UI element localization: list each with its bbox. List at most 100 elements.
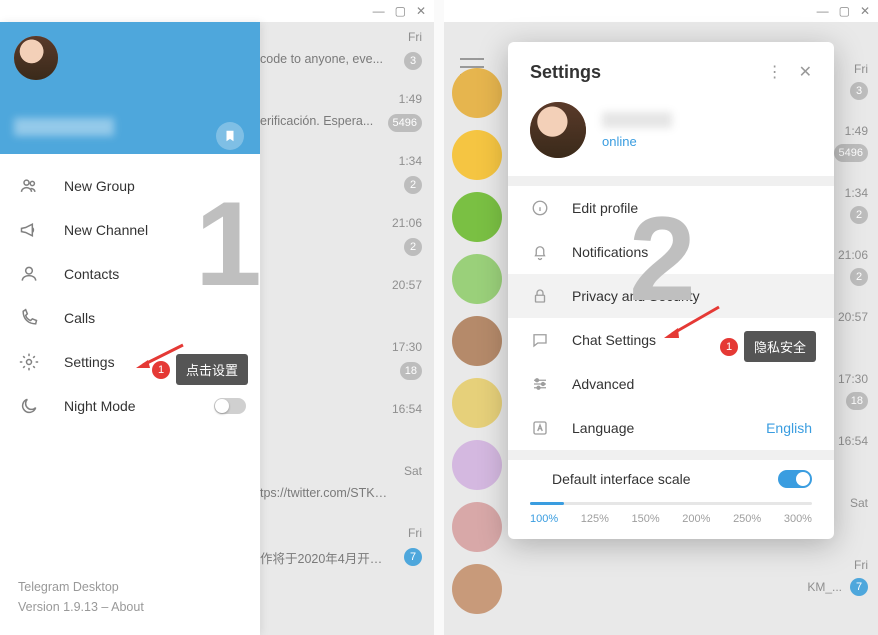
saved-messages-button[interactable]	[216, 122, 244, 150]
scale-tick[interactable]: 200%	[682, 513, 710, 525]
chat-time: 1:49	[399, 92, 422, 106]
scale-label: Default interface scale	[552, 471, 691, 487]
unread-badge: 2	[850, 206, 868, 224]
settings-title: Settings	[530, 62, 759, 83]
phone-icon	[18, 307, 40, 329]
menu-new-channel[interactable]: New Channel	[0, 208, 260, 252]
scale-tick[interactable]: 150%	[632, 513, 660, 525]
moon-icon	[18, 395, 40, 417]
max-button[interactable]: ▢	[839, 4, 850, 18]
chat-time: 21:06	[838, 248, 868, 262]
more-icon[interactable]: ⋮	[759, 58, 791, 86]
item-label: Privacy and Security	[572, 288, 700, 304]
menu-label: Settings	[64, 354, 115, 370]
left-window: — ▢ ✕ Fricode to anyone, eve...31:49erif…	[0, 0, 434, 635]
scale-tick[interactable]: 100%	[530, 513, 558, 525]
close-button[interactable]: ✕	[416, 4, 426, 18]
settings-header: Settings ⋮ ✕	[508, 42, 834, 98]
chat-avatar	[452, 68, 502, 118]
unread-badge: 3	[850, 82, 868, 100]
person-icon	[18, 263, 40, 285]
chat-avatar	[452, 254, 502, 304]
gear-icon	[18, 351, 40, 373]
scale-tick[interactable]: 300%	[784, 513, 812, 525]
menu-night-mode[interactable]: Night Mode	[0, 384, 260, 428]
scale-default-toggle[interactable]	[778, 470, 812, 488]
min-button[interactable]: —	[373, 4, 385, 18]
menu-contacts[interactable]: Contacts	[0, 252, 260, 296]
language-icon	[530, 418, 550, 438]
settings-notifications[interactable]: Notifications	[508, 230, 834, 274]
chat-avatar	[452, 192, 502, 242]
chat-avatar	[452, 440, 502, 490]
megaphone-icon	[18, 219, 40, 241]
item-label: Language	[572, 420, 634, 436]
menu-new-group[interactable]: New Group	[0, 164, 260, 208]
tooltip: 点击设置	[176, 354, 248, 385]
unread-badge: 2	[850, 268, 868, 286]
settings-profile[interactable]: online	[508, 98, 834, 176]
chat-time: 16:54	[838, 434, 868, 448]
app-name: Telegram Desktop	[18, 577, 242, 597]
menu-label: Night Mode	[64, 398, 136, 414]
tooltip: 隐私安全	[744, 331, 816, 362]
scale-tick[interactable]: 250%	[733, 513, 761, 525]
chat-time: 20:57	[392, 278, 422, 292]
divider	[508, 176, 834, 186]
chat-time: Fri	[408, 30, 422, 44]
menu-label: New Group	[64, 178, 135, 194]
bell-icon	[530, 242, 550, 262]
divider	[508, 450, 834, 460]
chat-time: Sat	[404, 464, 422, 478]
close-icon[interactable]: ✕	[791, 58, 820, 86]
item-label: Chat Settings	[572, 332, 656, 348]
chat-snippet: tps://twitter.com/STKM_...	[260, 486, 389, 500]
titlebar: — ▢ ✕	[444, 0, 878, 22]
group-icon	[18, 175, 40, 197]
app-version[interactable]: Version 1.9.13 – About	[18, 597, 242, 617]
lock-icon	[530, 286, 550, 306]
chat-time: Fri	[408, 526, 422, 540]
min-button[interactable]: —	[817, 4, 829, 18]
settings-modal: Settings ⋮ ✕ online Edit profile Notific…	[508, 42, 834, 539]
chat-avatar	[452, 502, 502, 552]
chat-time: 1:34	[845, 186, 868, 200]
menu-label: New Channel	[64, 222, 148, 238]
scale-tick[interactable]: 125%	[581, 513, 609, 525]
item-label: Notifications	[572, 244, 648, 260]
item-label: Edit profile	[572, 200, 638, 216]
chat-row[interactable]: Fri7KM_...	[444, 558, 878, 620]
scale-slider[interactable]	[530, 502, 812, 505]
settings-edit-profile[interactable]: Edit profile	[508, 186, 834, 230]
menu-label: Calls	[64, 310, 95, 326]
titlebar: — ▢ ✕	[0, 0, 434, 22]
chat-avatar	[452, 564, 502, 614]
menu-calls[interactable]: Calls	[0, 296, 260, 340]
close-button[interactable]: ✕	[860, 4, 870, 18]
chat-avatar	[452, 378, 502, 428]
chat-snippet: 作将于2020年4月开播...	[260, 548, 389, 567]
chat-time: 16:54	[392, 402, 422, 416]
chat-time: Fri	[854, 62, 868, 76]
item-label: Advanced	[572, 376, 634, 392]
chat-time: 21:06	[392, 216, 422, 230]
max-button[interactable]: ▢	[395, 4, 406, 18]
chat-icon	[530, 330, 550, 350]
unread-badge: 2	[404, 176, 422, 194]
settings-privacy[interactable]: Privacy and Security	[508, 274, 834, 318]
settings-advanced[interactable]: Advanced	[508, 362, 834, 406]
account-name	[602, 112, 672, 128]
chat-time: Sat	[850, 496, 868, 510]
avatar	[530, 102, 586, 158]
avatar[interactable]	[14, 36, 58, 80]
unread-badge: 2	[404, 238, 422, 256]
account-status: online	[602, 134, 672, 149]
night-mode-toggle[interactable]	[214, 398, 246, 414]
menu-label: Contacts	[64, 266, 119, 282]
settings-language[interactable]: Language English	[508, 406, 834, 450]
right-window: — ▢ ✕ Fri31:4954961:34221:06220:5717:301…	[444, 0, 878, 635]
drawer-header	[0, 22, 260, 154]
chat-snippet: KM_...	[807, 580, 842, 594]
account-name	[14, 118, 114, 136]
side-drawer: New Group New Channel Contacts Calls Set…	[0, 22, 260, 635]
